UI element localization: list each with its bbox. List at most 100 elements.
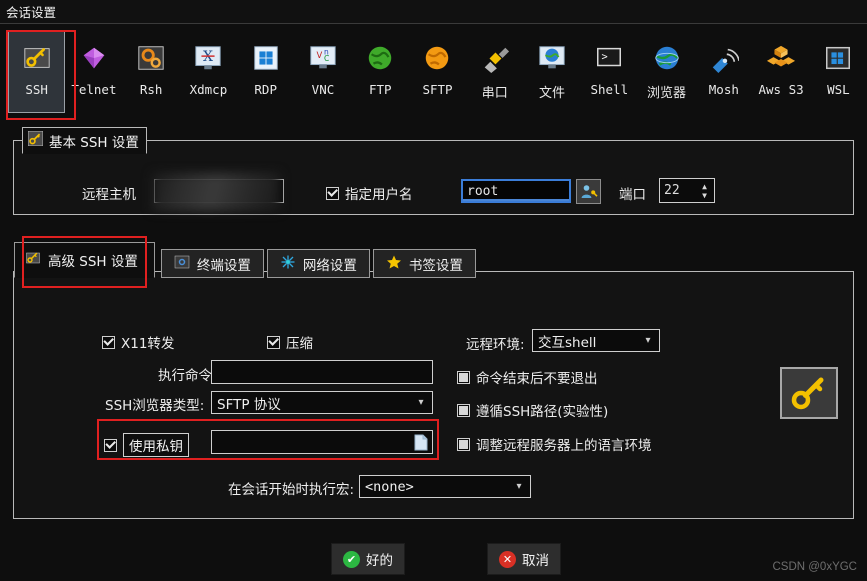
protocol-button-label: WSL	[827, 82, 850, 97]
username-input-value: root	[467, 183, 499, 199]
spinner-up-icon[interactable]: ▲	[702, 182, 707, 190]
protocol-button-mosh[interactable]: Mosh	[695, 31, 752, 113]
specify-username-checkbox[interactable]: 指定用户名	[326, 183, 413, 203]
chevron-down-icon[interactable]: ▾	[639, 330, 657, 351]
protocol-button-ssh[interactable]: SSH	[8, 31, 66, 113]
protocol-button-ftp[interactable]: FTP	[352, 31, 409, 113]
remote-environment-value: 交互shell	[538, 334, 597, 351]
protocol-button-浏览器[interactable]: 浏览器	[638, 31, 695, 113]
tab-advanced-ssh[interactable]: 高级 SSH 设置	[14, 242, 155, 278]
private-key-generator-button[interactable]	[780, 367, 838, 419]
follow-ssh-path-checkbox-box[interactable]	[457, 403, 470, 417]
key-icon	[23, 48, 50, 68]
settings-tabstrip: 高级 SSH 设置 终端设置 网络设置 书签设置	[14, 242, 479, 278]
close-circle-icon: ✕	[499, 550, 516, 568]
globe-blue-icon	[654, 46, 679, 70]
remote-host-label: 远程主机	[82, 187, 136, 203]
follow-ssh-path-checkbox[interactable]: 遵循SSH路径(实验性)	[457, 400, 608, 420]
chevron-down-icon[interactable]: ▾	[412, 392, 430, 413]
protocol-button-label: Xdmcp	[189, 82, 228, 97]
specify-username-checkbox-box[interactable]	[326, 186, 339, 200]
use-private-key-checkbox-box[interactable]	[104, 438, 117, 452]
terminal-settings-icon	[174, 255, 190, 268]
port-input[interactable]: 22 ▲ ▼	[659, 178, 715, 203]
adjust-locale-checkbox-box[interactable]	[457, 437, 470, 451]
tab-terminal[interactable]: 终端设置	[160, 249, 264, 278]
port-spinner-arrows[interactable]: ▲ ▼	[698, 182, 714, 199]
protocol-toolbar: SSH Telnet Rsh X Xdmcp RDP VnC VNC FTP SFTP 串口 文件 > S…	[0, 25, 867, 125]
use-private-key-checkbox[interactable]: 使用私钥	[104, 433, 189, 457]
terminal-icon: >	[593, 42, 625, 74]
tab-bookmarks[interactable]: 书签设置	[372, 249, 476, 278]
tab-network[interactable]: 网络设置	[266, 249, 370, 278]
remote-environment-select[interactable]: 交互shell ▾	[532, 329, 660, 352]
username-input[interactable]: root	[461, 179, 571, 203]
protocol-button-telnet[interactable]: Telnet	[65, 31, 122, 113]
basic-ssh-settings-panel: 基本 SSH 设置 远程主机 指定用户名 root 端口 22 ▲ ▼	[13, 127, 854, 215]
cancel-button-label: 取消	[522, 553, 549, 569]
watermark: CSDN @0xYGC	[772, 561, 857, 573]
no-exit-after-command-checkbox[interactable]: 命令结束后不要退出	[457, 367, 598, 387]
key-icon	[791, 377, 824, 410]
startup-macro-value: <none>	[365, 478, 414, 495]
ssh-browser-type-select[interactable]: SFTP 协议 ▾	[211, 391, 433, 414]
ok-button[interactable]: ✔ 好的	[331, 543, 405, 575]
file-browse-icon[interactable]	[414, 434, 428, 451]
globe-orange-icon	[426, 46, 449, 70]
remote-environment-label: 远程环境:	[466, 337, 525, 353]
protocol-button-rdp[interactable]: RDP	[237, 31, 294, 113]
svg-text:>: >	[602, 51, 608, 63]
protocol-button-label: FTP	[368, 82, 392, 97]
no-exit-after-command-checkbox-box[interactable]	[457, 370, 470, 384]
key-icon	[21, 42, 53, 74]
user-picker-button[interactable]	[576, 179, 601, 204]
follow-ssh-path-label: 遵循SSH路径(实验性)	[476, 404, 609, 420]
port-label: 端口	[619, 187, 646, 203]
xdmcp-icon: X	[192, 42, 224, 74]
protocol-button-串口[interactable]: 串口	[466, 31, 523, 113]
protocol-button-label: 文件	[539, 86, 566, 101]
protocol-button-label: 串口	[481, 86, 508, 101]
compression-checkbox[interactable]: 压缩	[267, 332, 313, 352]
port-input-value: 22	[664, 183, 680, 198]
window-titlebar: 会话设置	[0, 0, 867, 24]
network-icon	[281, 255, 295, 268]
gem-icon	[78, 42, 110, 74]
adjust-locale-checkbox[interactable]: 调整远程服务器上的语言环境	[457, 434, 652, 454]
startup-macro-select[interactable]: <none> ▾	[359, 475, 531, 498]
private-key-path-input[interactable]	[211, 430, 433, 454]
wsl-icon	[826, 46, 851, 70]
windows-icon	[250, 42, 282, 74]
chevron-down-icon[interactable]: ▾	[510, 476, 528, 497]
aws-cubes-icon	[767, 45, 796, 67]
cancel-button[interactable]: ✕ 取消	[487, 543, 561, 575]
compression-checkbox-box[interactable]	[267, 335, 280, 349]
protocol-button-vnc[interactable]: Vn C VNC	[294, 31, 351, 113]
use-private-key-label[interactable]: 使用私钥	[123, 433, 189, 457]
ssh-browser-type-label: SSH浏览器类型:	[105, 398, 205, 414]
protocol-button-shell[interactable]: > Shell	[581, 31, 638, 113]
star-icon	[386, 255, 401, 268]
serial-plug-icon	[484, 47, 509, 73]
protocol-button-label: SSH	[25, 82, 48, 97]
x11-forwarding-checkbox-box[interactable]	[102, 335, 115, 349]
x11-forwarding-checkbox[interactable]: X11转发	[102, 332, 174, 352]
svg-text:V: V	[316, 50, 322, 60]
protocol-button-rsh[interactable]: Rsh	[123, 31, 180, 113]
spinner-down-icon[interactable]: ▼	[702, 191, 707, 199]
gem-icon	[83, 47, 105, 69]
adjust-locale-label: 调整远程服务器上的语言环境	[476, 438, 652, 454]
protocol-button-label: Shell	[590, 82, 629, 97]
protocol-button-sftp[interactable]: SFTP	[409, 31, 466, 113]
protocol-button-aws-s3[interactable]: Aws S3	[752, 31, 809, 113]
protocol-button-文件[interactable]: 文件	[523, 31, 580, 113]
exec-command-input[interactable]	[211, 360, 433, 384]
advanced-ssh-settings-panel: X11转发 压缩 执行命令: SSH浏览器类型: SFTP 协议 ▾ 使用私钥 …	[13, 271, 854, 519]
tab-label: 终端设置	[196, 257, 251, 274]
satellite-icon	[712, 48, 739, 73]
window-title: 会话设置	[6, 5, 57, 20]
protocol-button-xdmcp[interactable]: X Xdmcp	[180, 31, 237, 113]
protocol-button-label: VNC	[311, 82, 335, 97]
protocol-button-wsl[interactable]: WSL	[810, 31, 867, 113]
protocol-button-label: SFTP	[422, 82, 453, 97]
